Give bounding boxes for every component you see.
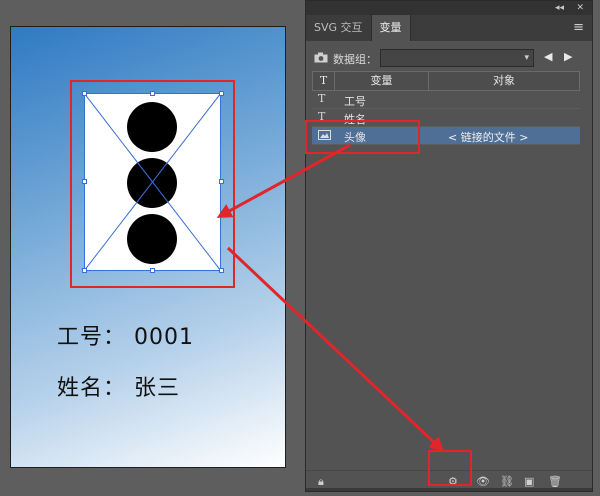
- panel-scrollbar[interactable]: [306, 488, 592, 491]
- double-chevron-icon[interactable]: ◂◂: [555, 1, 564, 15]
- variable-column-header: 变量: [335, 72, 429, 90]
- hamburger-icon[interactable]: ≡: [573, 15, 584, 41]
- artboard[interactable]: 工号： 0001 姓名： 张三: [10, 26, 286, 468]
- table-row[interactable]: T 工号: [312, 91, 580, 109]
- delete-icon[interactable]: 🗑︎: [548, 475, 562, 488]
- variable-name: 工号: [344, 95, 366, 108]
- camera-icon[interactable]: [314, 52, 328, 63]
- annotation-box-row: [305, 120, 420, 154]
- variable-object: < 链接的文件 >: [448, 131, 529, 144]
- object-column-header: 对象: [493, 74, 515, 87]
- tab-svg-interactivity[interactable]: SVG 交互: [306, 15, 372, 41]
- tab-variables[interactable]: 变量: [371, 15, 411, 41]
- panel-tabbar: SVG 交互 变量 ≡: [306, 15, 592, 41]
- employee-name-text[interactable]: 姓名： 张三: [57, 370, 180, 402]
- previous-dataset-icon[interactable]: ◀: [544, 50, 552, 63]
- chevron-down-icon: ▾: [524, 53, 529, 63]
- table-header: T 变量 对象: [312, 71, 580, 91]
- dataset-select[interactable]: ▾: [380, 49, 534, 67]
- next-dataset-icon[interactable]: ▶: [564, 50, 572, 63]
- employee-id-text[interactable]: 工号： 0001: [57, 319, 194, 351]
- text-variable-icon: T: [318, 92, 326, 105]
- new-variable-icon[interactable]: ▣: [524, 475, 534, 488]
- dataset-row: 数据组： ▾ ◀ ▶: [306, 48, 592, 70]
- dataset-label: 数据组：: [333, 53, 377, 66]
- lock-icon[interactable]: 🔒︎: [318, 475, 324, 489]
- type-column-header: T: [313, 72, 335, 90]
- annotation-box-capture: [428, 450, 472, 486]
- close-icon[interactable]: ✕: [576, 1, 584, 15]
- panel-title-bar: ◂◂ ✕: [306, 1, 592, 15]
- annotation-box-avatar: [70, 80, 235, 288]
- unbind-icon[interactable]: ⛓︎: [500, 475, 514, 488]
- variables-panel: ◂◂ ✕ SVG 交互 变量 ≡ 数据组： ▾ ◀ ▶ T 变量 对象 T 工号: [305, 0, 593, 492]
- make-visible-icon[interactable]: 👁︎: [476, 475, 490, 488]
